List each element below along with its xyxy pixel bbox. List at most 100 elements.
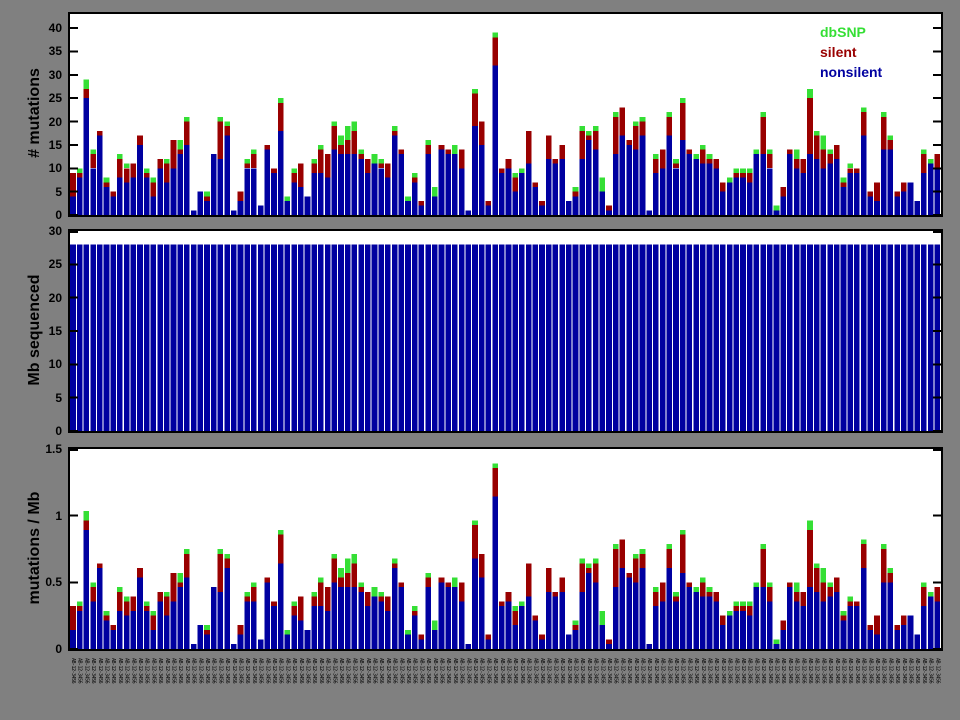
x-tick-label: AB-12-3456 [137, 658, 143, 684]
bar-mb-sequenced [807, 244, 813, 431]
bar-segment-dbsnp [318, 144, 324, 150]
bar-mb-sequenced [163, 244, 170, 431]
bar-segment-dbsnp [753, 149, 760, 155]
bar-segment-nonsilent [820, 168, 827, 215]
y-tick-label: 10 [48, 161, 62, 176]
bar-segment-silent [793, 158, 800, 169]
rate-segment-dbsnp [291, 601, 297, 607]
y-tick-mark [70, 296, 78, 299]
rate-segment-nonsilent [90, 601, 96, 649]
rate-segment-dbsnp [117, 587, 123, 592]
bar-segment-silent [438, 144, 445, 150]
bar-segment-silent [411, 177, 418, 183]
bar-segment-nonsilent [699, 163, 706, 215]
x-tick-label: AB-12-3456 [284, 658, 291, 684]
bar-segment-silent [364, 158, 371, 173]
bar-segment-nonsilent [552, 163, 559, 215]
bar-mb-sequenced [371, 244, 378, 431]
bar-mb-sequenced [331, 244, 338, 431]
rate-segment-nonsilent [431, 629, 438, 649]
bar-mb-sequenced [927, 244, 934, 431]
bar-mb-sequenced [338, 244, 344, 431]
bar-segment-nonsilent [224, 135, 230, 215]
bar-segment-silent [934, 154, 941, 169]
x-tick-label: AB-12-3456 [76, 658, 83, 684]
x-tick-label: AB-12-3456 [853, 658, 860, 684]
rate-segment-dbsnp [880, 544, 887, 549]
bar-mb-sequenced [244, 244, 250, 431]
rate-segment-dbsnp [887, 568, 894, 573]
bar-segment-nonsilent [385, 177, 391, 215]
y-tick-label: 0.5 [45, 575, 62, 590]
bar-mb-sequenced [157, 244, 163, 431]
x-tick-label: AB-12-3456 [539, 658, 545, 684]
bar-segment-nonsilent [619, 135, 626, 215]
rate-segment-nonsilent [854, 606, 860, 649]
rate-segment-dbsnp [921, 582, 927, 588]
rate-segment-nonsilent [539, 639, 545, 649]
bar-mb-sequenced [833, 244, 840, 431]
bar-segment-silent [653, 158, 659, 173]
bar-segment-silent [425, 144, 431, 155]
bar-segment-dbsnp [813, 130, 820, 136]
bar-segment-dbsnp [103, 177, 110, 183]
bar-segment-dbsnp [123, 163, 130, 169]
bar-mb-sequenced [197, 244, 204, 431]
y-tick-label: 25 [48, 91, 62, 106]
rate-segment-dbsnp [90, 582, 96, 588]
rate-segment-dbsnp [284, 629, 291, 635]
rate-segment-silent [894, 625, 900, 630]
rate-segment-nonsilent [217, 591, 224, 649]
rate-segment-silent [579, 563, 585, 592]
x-tick-label: AB-12-3456 [405, 658, 411, 684]
rate-segment-nonsilent [586, 572, 592, 649]
bar-segment-silent [224, 126, 230, 136]
y-tick-mark [70, 73, 78, 76]
rate-segment-nonsilent [190, 644, 197, 649]
rate-segment-dbsnp [405, 629, 411, 635]
rate-segment-silent [874, 615, 880, 635]
bar-segment-dbsnp [827, 149, 833, 155]
bar-mb-sequenced [840, 244, 847, 431]
bar-segment-nonsilent [458, 168, 465, 215]
bar-segment-silent [76, 172, 83, 178]
bar-segment-silent [123, 168, 130, 183]
bar-segment-nonsilent [606, 210, 612, 215]
x-tick-label: AB-12-3456 [498, 658, 505, 684]
rate-segment-silent [264, 577, 271, 583]
rate-segment-nonsilent [117, 610, 123, 649]
x-tick-label: AB-12-3456 [559, 658, 566, 684]
bar-segment-dbsnp [512, 172, 518, 178]
bar-mb-sequenced [827, 244, 833, 431]
rate-segment-dbsnp [512, 606, 518, 611]
bar-mb-sequenced [485, 244, 492, 431]
rate-segment-nonsilent [545, 591, 552, 649]
y-tick-mark [70, 167, 78, 170]
bar-segment-dbsnp [572, 186, 579, 192]
rate-segment-dbsnp [277, 529, 284, 535]
x-tick-label: AB-12-3456 [431, 658, 438, 684]
bar-segment-nonsilent [733, 177, 740, 215]
rate-segment-nonsilent [659, 601, 666, 649]
x-tick-label: AB-12-3456 [619, 658, 626, 684]
bar-segment-silent [874, 182, 880, 201]
bar-segment-dbsnp [224, 121, 230, 127]
bar-segment-nonsilent [612, 154, 619, 215]
x-tick-label: AB-12-3456 [512, 658, 519, 684]
bar-segment-silent [244, 163, 250, 169]
rate-segment-nonsilent [398, 587, 405, 649]
rate-segment-dbsnp [123, 596, 130, 602]
x-tick-label: AB-12-3456 [760, 658, 767, 684]
rate-segment-silent [766, 587, 773, 602]
bar-segment-silent [505, 158, 512, 169]
rate-segment-nonsilent [833, 591, 840, 649]
rate-segment-silent [324, 587, 331, 611]
bar-mb-sequenced [793, 244, 800, 431]
bar-segment-dbsnp [740, 168, 746, 173]
bar-segment-silent [137, 135, 143, 145]
x-tick-label: AB-12-3456 [351, 658, 358, 684]
x-tick-label: AB-12-3456 [827, 658, 834, 684]
rate-segment-dbsnp [371, 587, 378, 597]
bar-segment-silent [606, 205, 612, 211]
y-tick-mark [933, 167, 941, 170]
